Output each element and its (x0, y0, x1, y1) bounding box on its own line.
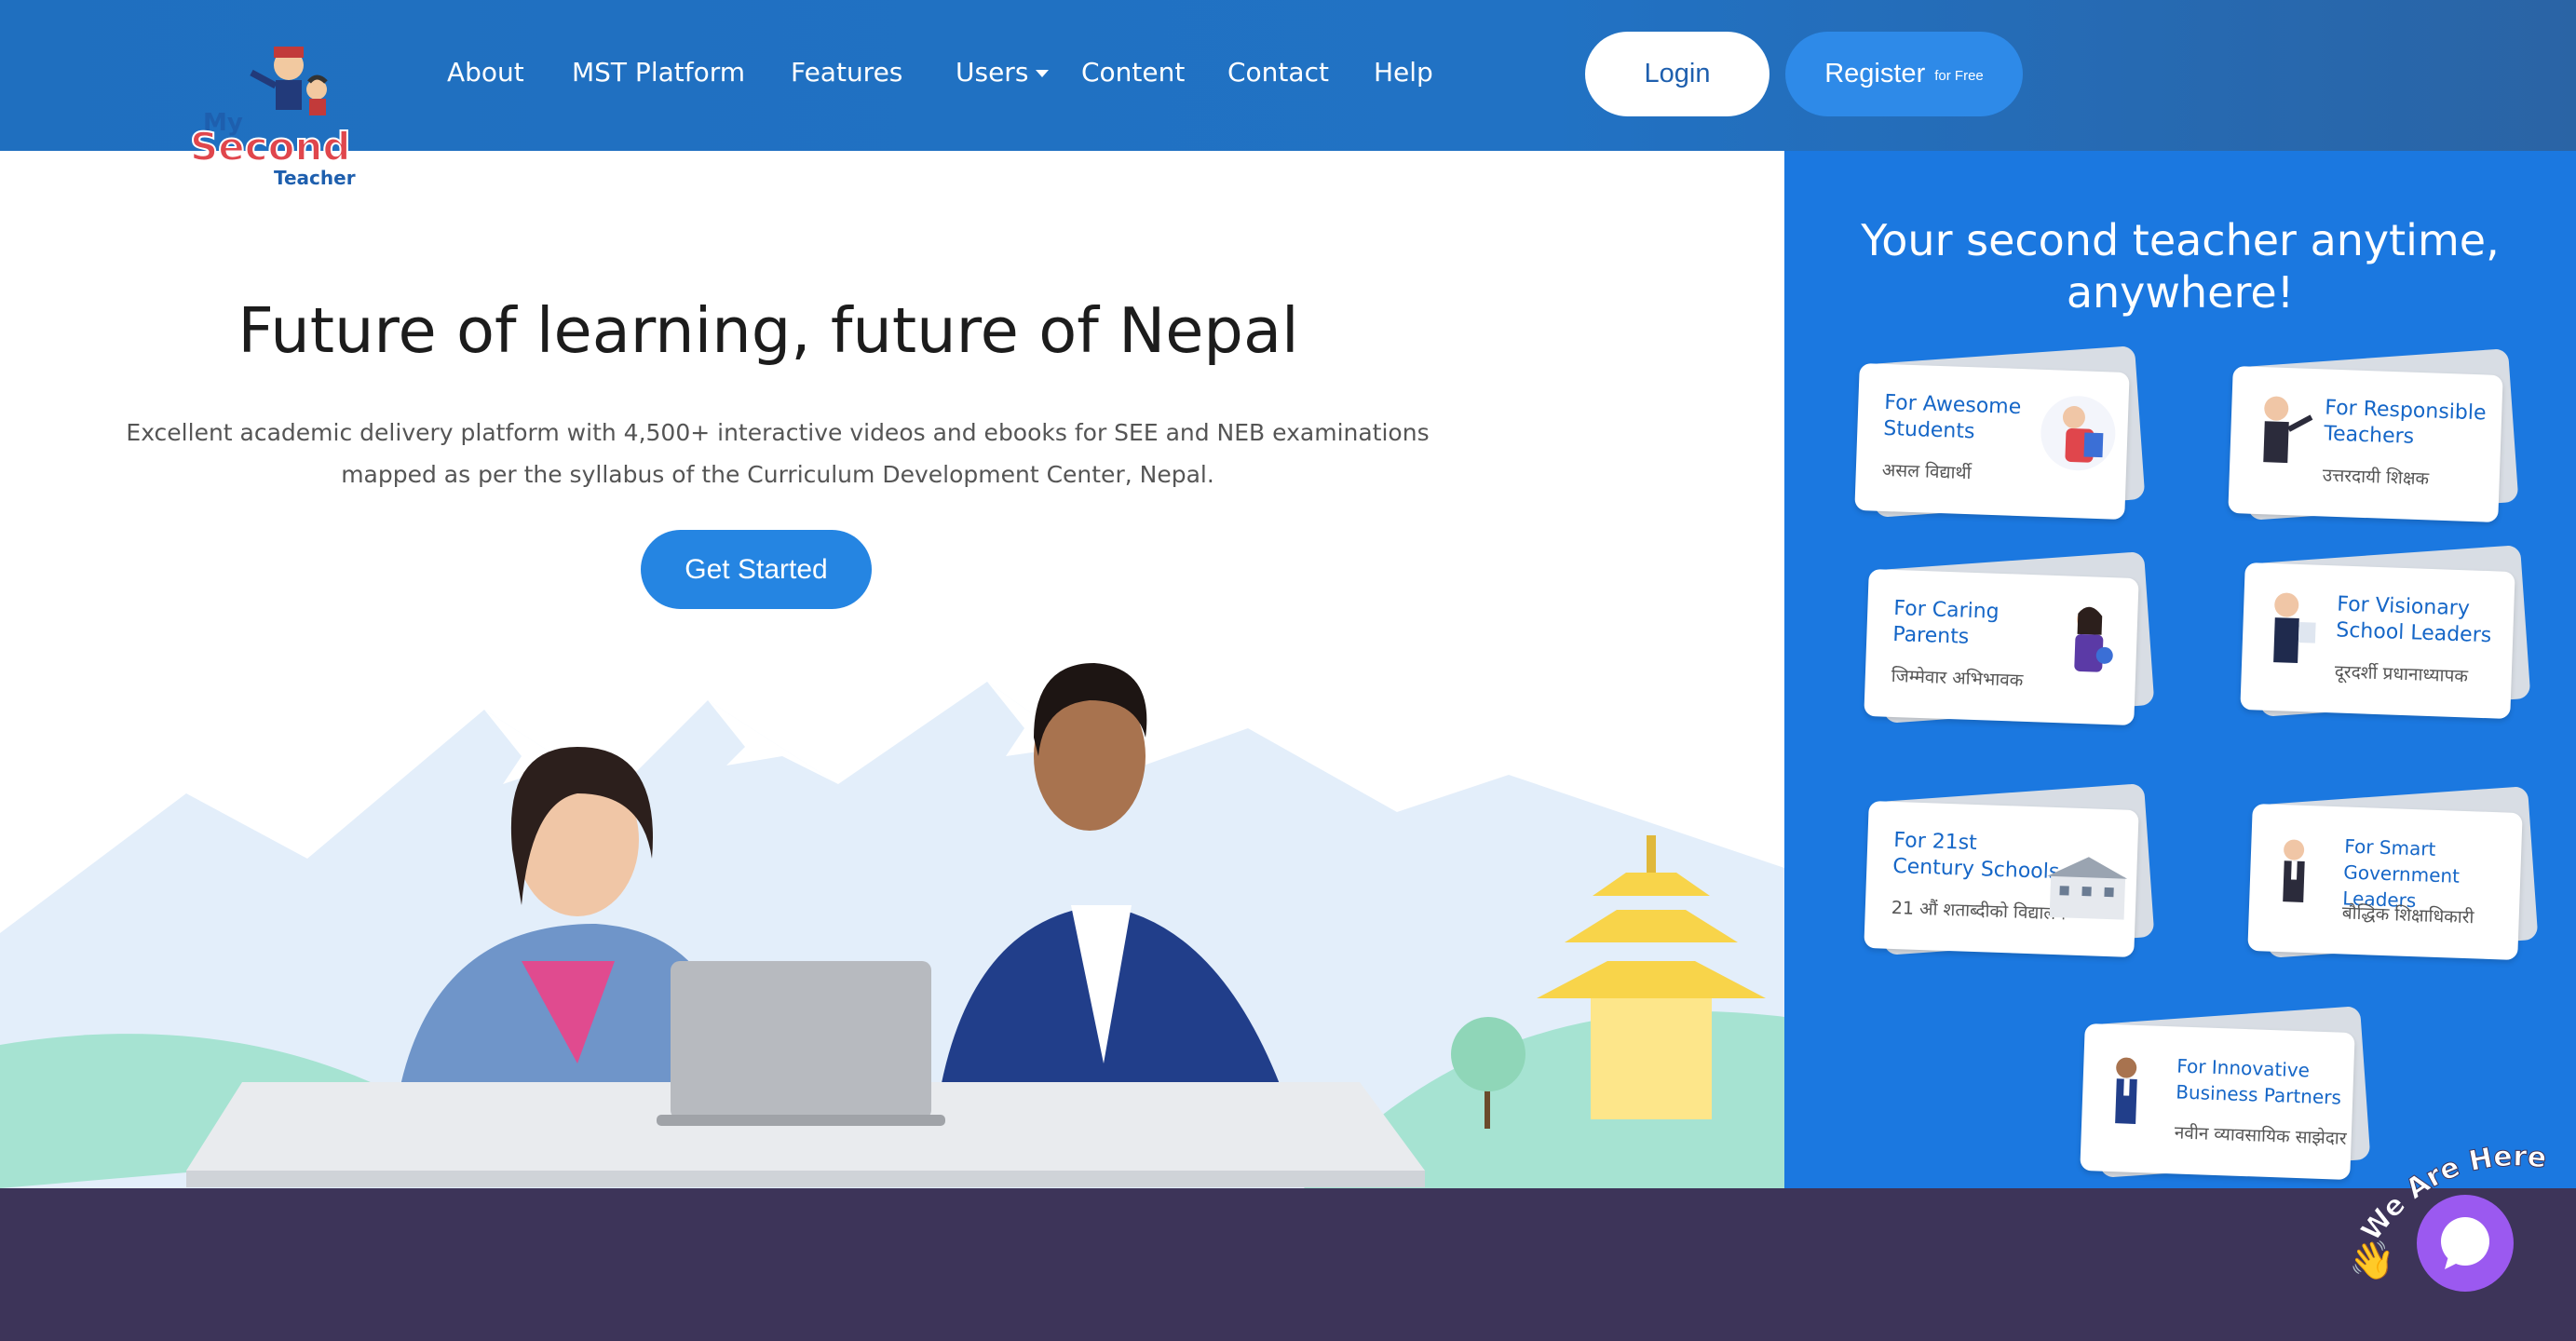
card-government-leaders[interactable]: For Smart Government Leaders बौद्धिक शिक… (2247, 786, 2539, 962)
card-face: For Innovative Business Partners नवीन व्… (2080, 1023, 2355, 1181)
card-students[interactable]: For Awesome Students असल विद्यार्थी (1854, 345, 2146, 522)
card-subtitle: उत्तरदायी शिक्षक (2322, 465, 2430, 490)
nav-users-label: Users (956, 57, 1029, 88)
nav-contact[interactable]: Contact (1227, 54, 1329, 91)
nav-features[interactable]: Features (791, 54, 902, 91)
business-partner-icon (2115, 1057, 2137, 1124)
school-building-icon (2047, 857, 2128, 920)
register-small-label: for Free (1934, 68, 1984, 84)
nav-content[interactable]: Content (1081, 54, 1185, 91)
card-title: For Awesome Students (1882, 390, 2022, 444)
student-icon (2040, 396, 2116, 471)
hero-description-line-2: mapped as per the syllabus of the Curric… (341, 461, 1214, 488)
logo-text-teacher: Teacher (274, 167, 356, 189)
login-button[interactable]: Login (1585, 32, 1769, 116)
laptop-icon (657, 961, 945, 1126)
register-button[interactable]: Register for Free (1785, 32, 2023, 116)
nav-help[interactable]: Help (1374, 54, 1433, 91)
nav-mst-platform[interactable]: MST Platform (572, 54, 745, 91)
panel-title: Your second teacher anytime, anywhere! (1784, 214, 2576, 318)
register-label: Register (1824, 59, 1926, 88)
get-started-button[interactable]: Get Started (641, 530, 872, 609)
nav-about[interactable]: About (447, 54, 524, 91)
card-subtitle: 21 औं शताब्दीको विद्यालय (1891, 897, 2067, 925)
card-subtitle: नवीन व्यावसायिक साझेदार (2174, 1122, 2347, 1149)
parent-icon (2074, 606, 2113, 672)
government-leader-icon (2283, 839, 2305, 902)
nav-users[interactable]: Users (956, 54, 1050, 91)
card-parents[interactable]: For Caring Parents जिम्मेवार अभिभावक (1864, 551, 2155, 727)
chat-button[interactable] (2417, 1195, 2514, 1292)
logo-text-second: Second (190, 124, 350, 169)
card-title: For Visionary School Leaders (2335, 592, 2492, 648)
card-face: For Smart Government Leaders बौद्धिक शिक… (2247, 803, 2523, 961)
card-face: For Awesome Students असल विद्यार्थी (1854, 362, 2130, 521)
card-schools[interactable]: For 21st Century Schools 21 औं शताब्दीको… (1864, 783, 2155, 959)
audience-panel: Your second teacher anytime, anywhere! F… (1784, 151, 2576, 1188)
card-title: For Caring Parents (1891, 596, 2000, 649)
site-logo[interactable]: My Second Teacher (186, 45, 400, 203)
card-title: For Innovative Business Partners (2175, 1054, 2342, 1109)
desk-edge (186, 1171, 1425, 1187)
card-school-leaders[interactable]: For Visionary School Leaders दूरदर्शी प्… (2240, 545, 2531, 721)
card-business-partners[interactable]: For Innovative Business Partners नवीन व्… (2080, 1006, 2371, 1182)
card-subtitle: जिम्मेवार अभिभावक (1891, 665, 2024, 691)
school-leader-icon (2273, 592, 2316, 664)
logo-mascot-icon (250, 47, 328, 115)
chat-bubble-icon (2441, 1217, 2489, 1269)
hero-illustration (0, 663, 1784, 1188)
card-teachers[interactable]: For Responsible Teachers उत्तरदायी शिक्ष… (2228, 348, 2519, 524)
card-subtitle: असल विद्यार्थी (1881, 459, 1972, 484)
card-subtitle: बौद्धिक शिक्षाधिकारी (2341, 902, 2474, 928)
card-title: For Responsible Teachers (2323, 396, 2487, 449)
footer-band (0, 1188, 2576, 1341)
chevron-down-icon (1036, 70, 1050, 77)
card-subtitle: दूरदर्शी प्रधानाध्यापक (2334, 661, 2469, 687)
card-face: For Responsible Teachers उत्तरदायी शिक्ष… (2228, 365, 2503, 523)
hero-description-line-1: Excellent academic delivery platform wit… (126, 419, 1430, 446)
panel-title-line-2: anywhere! (2066, 267, 2295, 318)
card-face: For Caring Parents जिम्मेवार अभिभावक (1864, 568, 2139, 726)
hero-title: Future of learning, future of Nepal (237, 294, 1299, 367)
waving-hand-icon: 👋 (2349, 1239, 2395, 1282)
card-face: For Visionary School Leaders दूरदर्शी प्… (2240, 562, 2515, 720)
card-face: For 21st Century Schools 21 औं शताब्दीको… (1864, 800, 2139, 958)
panel-title-line-1: Your second teacher anytime, (1861, 215, 2500, 265)
card-title: For 21st Century Schools (1891, 828, 2060, 885)
hero-section: Future of learning, future of Nepal Exce… (0, 151, 1784, 1188)
hero-description: Excellent academic delivery platform wit… (102, 412, 1453, 495)
teacher-icon (2263, 396, 2313, 464)
